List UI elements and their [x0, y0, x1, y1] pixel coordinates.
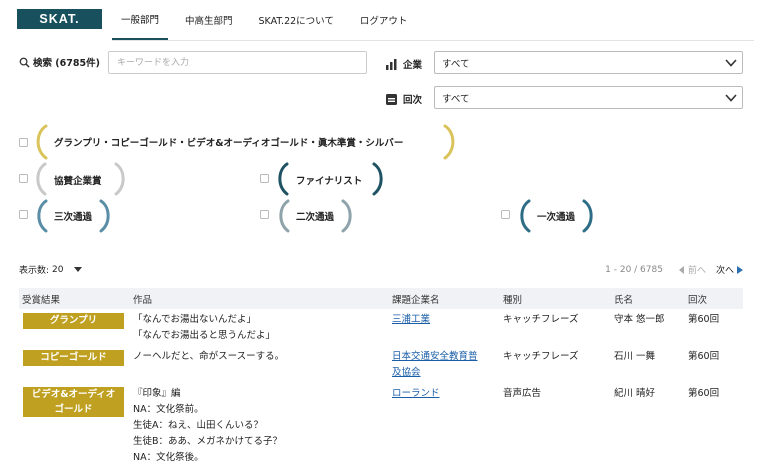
work-line: 『印象』編: [133, 388, 181, 399]
checkbox-grand[interactable]: [19, 138, 28, 147]
company-link[interactable]: ローランド: [392, 386, 440, 402]
work-line: NA：文化祭前。: [133, 404, 204, 415]
work-line: 生徒B：ああ、メガネかけてる子？: [133, 436, 283, 447]
table-header: 受賞結果 作品 課題企業名 種別 氏名 回次: [19, 288, 743, 309]
laurel-right-gray-icon: [341, 199, 352, 233]
laurel-left-teal-icon: [278, 162, 289, 196]
next-page-button[interactable]: 次へ: [716, 263, 743, 276]
work-line: 「なんでお湯出ないんだよ」: [133, 314, 257, 325]
per-page-value: 20: [52, 264, 64, 275]
award-first-label: 一次通過: [537, 212, 576, 223]
work-text: 『印象』編 NA：文化祭前。 生徒A：ねえ、山田くんいる？ 生徒B：ああ、メガネ…: [133, 386, 282, 466]
table-row[interactable]: ビデオ&オーディオ ゴールド 『印象』編 NA：文化祭前。 生徒A：ねえ、山田く…: [19, 386, 743, 471]
col-type[interactable]: 種別: [503, 292, 522, 306]
laurel-left-gold-icon: [36, 124, 48, 160]
company-select-value: すべて: [442, 58, 470, 70]
search-icon: [19, 57, 30, 68]
round-select-value: すべて: [442, 93, 470, 105]
table-row[interactable]: コピーゴールド ノーヘルだと、命がスースーする。 日本交通安全教育普 及協会 キ…: [19, 349, 743, 385]
round-label-text: 回次: [403, 95, 423, 106]
name-text: 石川 一舞: [614, 351, 656, 362]
award-sponsor-label: 協賛企業賞: [54, 176, 102, 187]
laurel-left-blue-icon: [37, 199, 48, 233]
chevron-left-icon: [678, 265, 684, 274]
per-page-control[interactable]: 表示数: 20: [19, 263, 82, 276]
company-link[interactable]: 三浦工業: [392, 312, 430, 328]
name-text: 守本 悠一郎: [614, 314, 665, 325]
award-badge: ビデオ&オーディオ ゴールド: [23, 387, 124, 417]
col-name[interactable]: 氏名: [614, 292, 633, 306]
logo[interactable]: SKAT.: [17, 9, 102, 29]
award-grand-label: グランプリ・コピーゴールド・ビデオ&オーディオゴールド・眞木準賞・シルバー: [54, 138, 404, 149]
company-line: 及協会: [392, 367, 421, 378]
table-row[interactable]: グランプリ 「なんでお湯出ないんだよ」 「なんでお湯出ると思うんだよ」 三浦工業…: [19, 312, 743, 348]
checkbox-third[interactable]: [19, 210, 28, 219]
award-badge-line: ビデオ&オーディオ: [31, 389, 116, 400]
work-line: NA：文化祭後。: [133, 452, 204, 463]
tab-about[interactable]: SKAT.22について: [242, 0, 343, 40]
work-text: ノーヘルだと、命がスースーする。: [133, 349, 284, 365]
tab-students[interactable]: 中高生部門: [168, 0, 242, 40]
award-finalist-label: ファイナリスト: [296, 176, 363, 187]
search-label: 検索 (6785件): [19, 55, 100, 69]
award-badge-line: ゴールド: [54, 404, 93, 415]
work-line: 「なんでお湯出ると思うんだよ」: [133, 330, 276, 341]
company-link[interactable]: 日本交通安全教育普 及協会: [392, 349, 478, 381]
pagination: 1 - 20 / 6785 前へ 次へ: [605, 263, 743, 276]
checkbox-finalist[interactable]: [260, 174, 269, 183]
search-count-label: 検索 (6785件): [33, 58, 100, 69]
round-text: 第60回: [688, 314, 720, 325]
laurel-right-steel-icon: [582, 199, 593, 233]
name-text: 紀川 晴好: [614, 388, 656, 399]
award-badge: コピーゴールド: [23, 350, 124, 366]
laurel-right-blue-icon: [99, 199, 110, 233]
work-line: 生徒A：ねえ、山田くんいる？: [133, 420, 263, 431]
company-label-text: 企業: [403, 60, 423, 71]
tab-general[interactable]: 一般部門: [112, 0, 169, 40]
work-text: 「なんでお湯出ないんだよ」 「なんでお湯出ると思うんだよ」: [133, 312, 275, 344]
result-range: 1 - 20 / 6785: [605, 264, 663, 275]
type-text: 音声広告: [503, 388, 542, 399]
prev-page-button[interactable]: 前へ: [678, 263, 706, 276]
award-third-label: 三次通過: [54, 212, 93, 223]
header-divider: [112, 40, 754, 41]
award-badge: グランプリ: [23, 313, 124, 329]
award-second-label: 二次通過: [296, 212, 335, 223]
laurel-right-teal-icon: [372, 162, 383, 196]
round-select[interactable]: すべて: [434, 86, 743, 109]
checkbox-second[interactable]: [260, 210, 269, 219]
chevron-right-icon: [737, 265, 743, 274]
tab-logout[interactable]: ログアウト: [343, 0, 417, 40]
prev-page-label: 前へ: [687, 266, 706, 276]
laurel-left-gray-icon: [279, 199, 290, 233]
calendar-icon: [386, 93, 397, 105]
round-text: 第60回: [688, 351, 720, 362]
col-round[interactable]: 回次: [688, 292, 707, 306]
laurel-right-silver-icon: [114, 162, 125, 196]
type-text: キャッチフレーズ: [503, 351, 579, 362]
checkbox-first[interactable]: [501, 210, 510, 219]
laurel-right-gold-icon: [443, 124, 455, 160]
col-company[interactable]: 課題企業名: [392, 292, 440, 306]
next-page-label: 次へ: [715, 266, 734, 276]
type-text: キャッチフレーズ: [503, 314, 579, 325]
round-text: 第60回: [688, 388, 720, 399]
caret-down-icon: [73, 267, 82, 272]
company-filter-label: 企業: [386, 57, 422, 71]
col-work[interactable]: 作品: [133, 292, 152, 306]
main-nav: 一般部門 中高生部門 SKAT.22について ログアウト: [112, 0, 416, 40]
bar-chart-icon: [386, 58, 397, 70]
round-filter-label: 回次: [386, 92, 422, 106]
col-award[interactable]: 受賞結果: [22, 292, 60, 306]
company-select[interactable]: すべて: [434, 51, 743, 74]
chevron-down-icon: [725, 59, 737, 67]
chevron-down-icon: [725, 94, 737, 102]
search-input[interactable]: [108, 51, 367, 74]
laurel-left-silver-icon: [36, 162, 47, 196]
work-line: ノーヘルだと、命がスースーする。: [133, 351, 285, 362]
checkbox-sponsor[interactable]: [19, 174, 28, 183]
per-page-label: 表示数:: [19, 266, 50, 276]
laurel-left-steel-icon: [520, 199, 531, 233]
company-line: 日本交通安全教育普: [392, 351, 478, 362]
